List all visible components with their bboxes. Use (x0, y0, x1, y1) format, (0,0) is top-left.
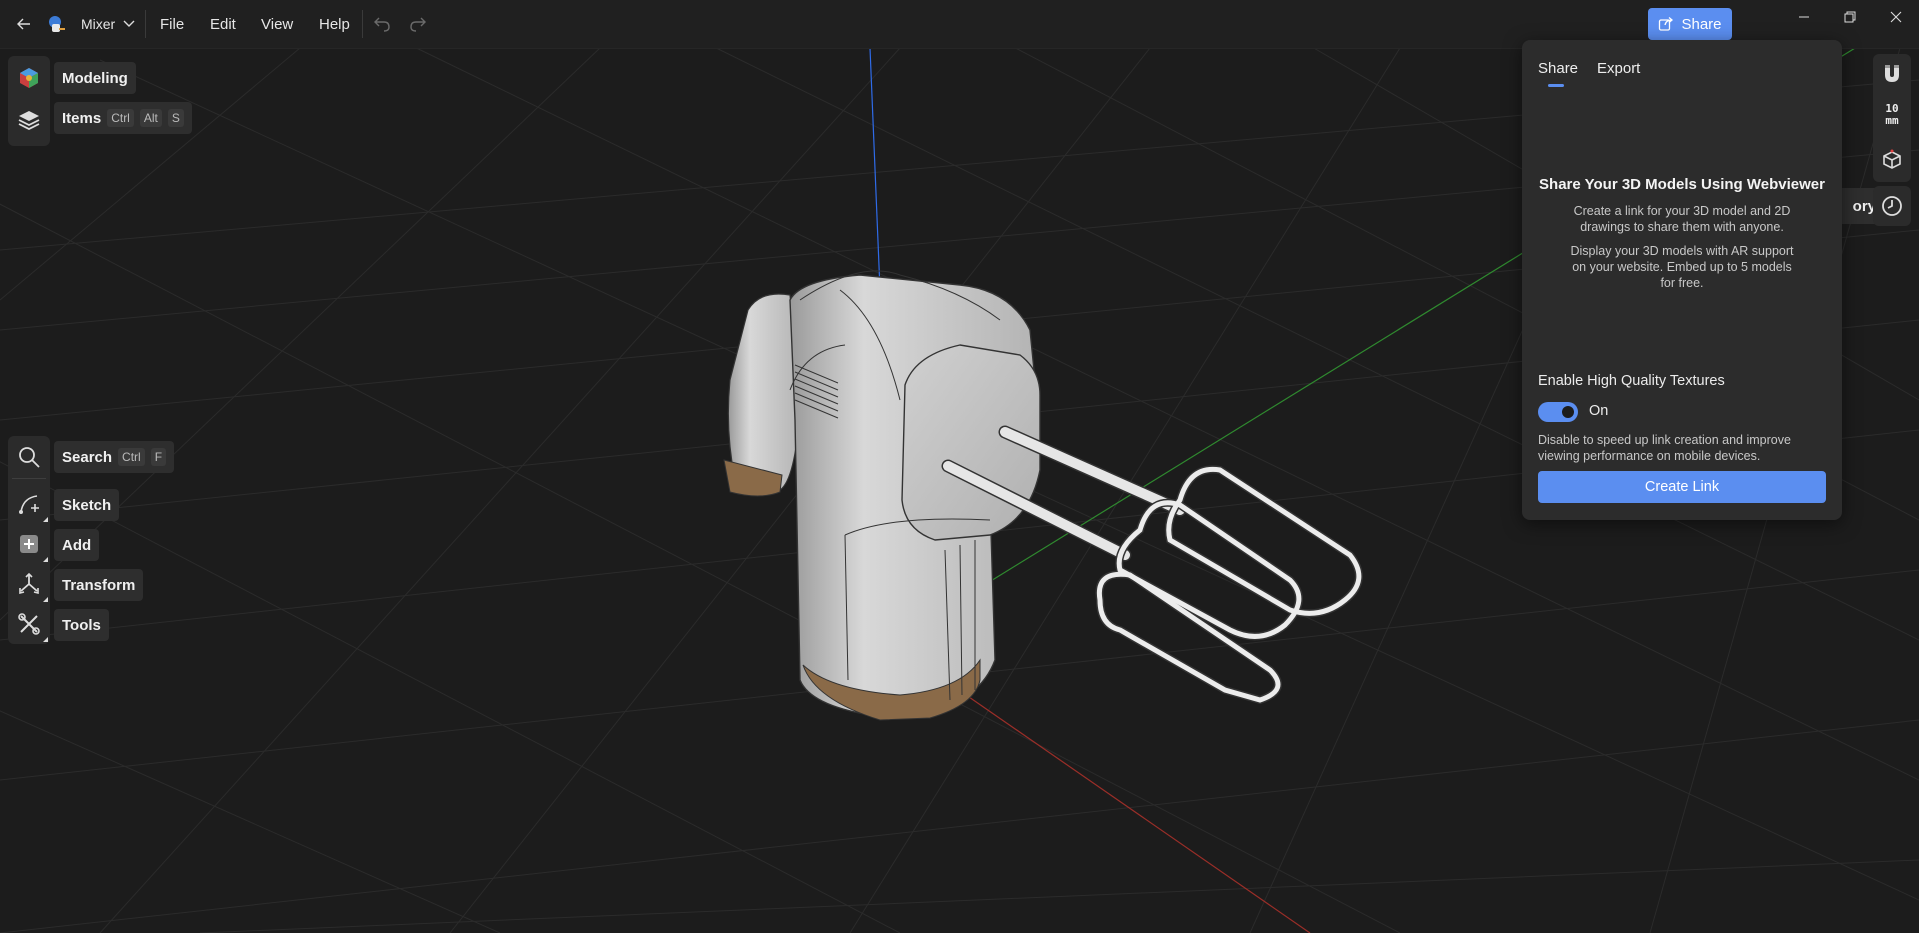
search-label-text: Search (62, 448, 113, 466)
panel-description-2: Display your 3D models with AR support o… (1570, 244, 1794, 290)
mixer-app-icon (46, 0, 66, 48)
search-icon[interactable] (8, 437, 50, 477)
history-clock-icon[interactable] (1873, 186, 1911, 226)
undo-icon[interactable] (373, 0, 391, 48)
hq-textures-description: Disable to speed up link creation and im… (1538, 433, 1791, 463)
tools-toolbar (8, 436, 50, 644)
tools-icon[interactable] (8, 604, 50, 644)
workspace-label[interactable]: Modeling (54, 62, 136, 94)
hq-textures-label: Enable High Quality Textures (1538, 373, 1725, 389)
layers-icon[interactable] (8, 100, 50, 140)
expand-indicator (43, 557, 48, 562)
units-unit: mm (1885, 114, 1899, 127)
tab-export[interactable]: Export (1597, 60, 1640, 77)
view-cube-icon[interactable] (1880, 148, 1904, 177)
panel-heading: Share Your 3D Models Using Webviewer (1539, 176, 1825, 193)
hq-textures-toggle[interactable] (1538, 402, 1578, 422)
toggle-knob (1562, 406, 1574, 418)
panel-description-1: Create a link for your 3D model and 2D d… (1573, 204, 1791, 234)
transform-label-text: Transform (62, 576, 136, 594)
document-name: Mixer (81, 16, 116, 32)
divider (145, 10, 146, 38)
active-tab-indicator (1548, 84, 1564, 87)
items-label-text: Items (62, 109, 102, 127)
chevron-down-icon (123, 20, 135, 27)
magnet-snap-icon[interactable] (1880, 62, 1904, 91)
workspace-toolbar (8, 56, 50, 146)
menu-view[interactable]: View (261, 0, 293, 48)
tab-share[interactable]: Share (1538, 60, 1578, 77)
close-icon[interactable] (1873, 0, 1919, 34)
divider (12, 478, 46, 479)
sketch-icon[interactable] (8, 484, 50, 524)
menu-help[interactable]: Help (319, 0, 350, 48)
tools-label-text: Tools (62, 616, 101, 634)
shortcut-key: Alt (139, 109, 162, 127)
modeling-workspace-icon[interactable] (8, 58, 50, 98)
create-link-button[interactable]: Create Link (1538, 471, 1826, 503)
create-link-label: Create Link (1644, 479, 1720, 495)
toggle-state-label: On (1589, 403, 1609, 419)
sketch-label[interactable]: Sketch (54, 489, 120, 521)
minimize-icon[interactable] (1781, 0, 1827, 34)
items-label[interactable]: Items Ctrl Alt S (54, 102, 192, 134)
expand-indicator (43, 597, 48, 602)
restore-icon[interactable] (1827, 0, 1873, 34)
tools-label[interactable]: Tools (54, 609, 109, 641)
menu-file[interactable]: File (160, 0, 184, 48)
transform-icon[interactable] (8, 564, 50, 604)
menu-edit[interactable]: Edit (210, 0, 236, 48)
expand-indicator (43, 637, 48, 642)
shortcut-key: Ctrl (107, 109, 134, 127)
search-label[interactable]: Search Ctrl F (54, 441, 175, 473)
workspace-label-text: Modeling (62, 69, 128, 87)
add-label[interactable]: Add (54, 529, 100, 561)
redo-icon[interactable] (409, 0, 427, 48)
document-name-dropdown[interactable]: Mixer (81, 0, 135, 48)
add-label-text: Add (62, 536, 92, 554)
add-icon[interactable] (8, 524, 50, 564)
expand-indicator (43, 517, 48, 522)
back-arrow-icon[interactable] (12, 0, 36, 48)
grid-units-display[interactable]: 10 mm (1873, 103, 1911, 127)
shortcut-key: S (167, 109, 184, 127)
share-icon (1659, 17, 1674, 31)
share-button[interactable]: Share (1648, 8, 1732, 40)
share-button-label: Share (1681, 15, 1722, 33)
shortcut-key: Ctrl (118, 448, 145, 466)
transform-label[interactable]: Transform (54, 569, 144, 601)
divider (362, 10, 363, 38)
sketch-label-text: Sketch (62, 496, 112, 514)
shortcut-key: F (150, 448, 167, 466)
